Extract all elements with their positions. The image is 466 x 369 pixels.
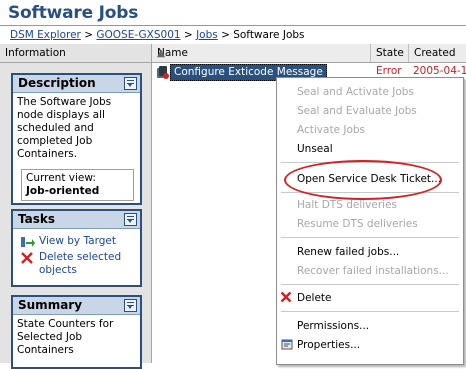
row-created: 2005-04-13	[413, 65, 466, 77]
column-state-label: State	[376, 47, 404, 59]
view-by-target-icon	[21, 237, 35, 247]
description-body: The Software Jobs node displays all sche…	[13, 93, 140, 206]
menu-item-resume-dts: Resume DTS deliveries	[297, 218, 418, 230]
breadcrumb-goose-gxs001[interactable]: GOOSE-GXS001	[96, 29, 180, 41]
information-title: Information	[5, 47, 66, 59]
column-created-label: Created	[414, 47, 456, 59]
delete-x-icon	[21, 252, 33, 264]
current-view-value: Job-oriented	[26, 185, 100, 197]
sort-ascending-icon: ▲	[157, 47, 166, 59]
menu-item-delete[interactable]: Delete	[297, 291, 332, 305]
menu-item-halt-dts: Halt DTS deliveries	[297, 199, 398, 211]
collapse-icon[interactable]	[124, 299, 137, 312]
description-panel-header: Description	[13, 75, 140, 93]
menu-item-activate-jobs: Activate Jobs	[297, 124, 366, 136]
page-title: Software Jobs	[8, 3, 139, 23]
summary-panel-header: Summary	[13, 297, 140, 315]
breadcrumb-separator: >	[221, 29, 230, 41]
menu-item-seal-evaluate: Seal and Evaluate Jobs	[297, 105, 417, 117]
job-container-icon	[157, 66, 169, 79]
column-state[interactable]: State	[371, 44, 409, 62]
breadcrumb: DSM Explorer > GOOSE-GXS001 > Jobs > Sof…	[10, 29, 305, 41]
delete-x-icon	[280, 291, 292, 303]
information-header: Information	[0, 44, 151, 63]
row-state: Error	[376, 65, 402, 77]
column-name[interactable]: Name ▲	[152, 44, 371, 62]
highlight-ellipse	[284, 160, 442, 200]
breadcrumb-jobs[interactable]: Jobs	[196, 29, 218, 41]
breadcrumb-separator: >	[183, 29, 193, 41]
title-bar: Software Jobs	[0, 0, 466, 26]
menu-item-unseal[interactable]: Unseal	[297, 142, 333, 156]
summary-text: State Counters for Selected Job Containe…	[17, 318, 114, 356]
tasks-title: Tasks	[18, 212, 56, 226]
collapse-icon[interactable]	[124, 213, 137, 226]
current-view-label: Current view:	[26, 172, 96, 184]
menu-separator	[281, 237, 459, 238]
breadcrumb-separator: >	[84, 29, 94, 41]
description-text: The Software Jobs node displays all sche…	[17, 96, 112, 160]
description-title: Description	[18, 76, 96, 90]
list-header: Name ▲ State Created	[152, 44, 466, 63]
context-menu: Seal and Activate Jobs Seal and Evaluate…	[276, 77, 464, 365]
breadcrumb-software-jobs: Software Jobs	[233, 29, 305, 41]
tasks-panel-header: Tasks	[13, 211, 140, 229]
summary-body: State Counters for Selected Job Containe…	[13, 315, 140, 360]
menu-separator	[281, 311, 459, 312]
description-panel: Description The Software Jobs node displ…	[11, 73, 142, 205]
menu-item-permissions[interactable]: Permissions...	[297, 319, 369, 333]
tasks-panel: Tasks View by Target Delete selected obj…	[11, 209, 142, 287]
task-view-by-target[interactable]: View by Target	[17, 235, 136, 248]
title-divider	[0, 25, 466, 26]
collapse-icon[interactable]	[124, 77, 137, 90]
properties-icon	[281, 339, 293, 350]
menu-item-properties[interactable]: Properties...	[297, 338, 360, 352]
task-delete-selected[interactable]: Delete selected objects	[17, 251, 136, 277]
tasks-body: View by Target Delete selected objects	[13, 229, 140, 283]
column-created[interactable]: Created	[409, 44, 466, 62]
menu-item-seal-activate: Seal and Activate Jobs	[297, 86, 414, 98]
information-pane: Information Description The Software Job…	[0, 44, 152, 369]
summary-panel: Summary State Counters for Selected Job …	[11, 295, 142, 369]
breadcrumb-dsm-explorer[interactable]: DSM Explorer	[10, 29, 81, 41]
summary-title: Summary	[18, 298, 83, 312]
menu-item-recover-failed-installations: Recover failed installations...	[297, 265, 449, 277]
menu-item-renew-failed-jobs[interactable]: Renew failed jobs...	[297, 245, 399, 259]
current-view-box: Current view: Job-oriented	[21, 169, 134, 201]
task-delete-selected-label[interactable]: Delete selected objects	[39, 251, 121, 276]
task-view-by-target-label[interactable]: View by Target	[39, 235, 116, 247]
menu-separator	[281, 284, 459, 285]
